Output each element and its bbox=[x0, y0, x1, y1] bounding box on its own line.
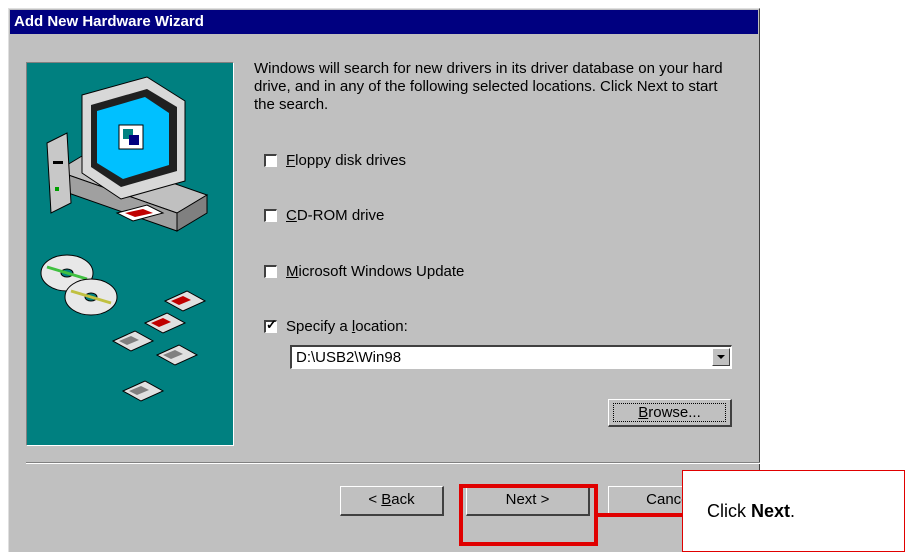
cdrom-drive-label: CD-ROM drive bbox=[286, 206, 385, 224]
windows-update-label: Microsoft Windows Update bbox=[286, 262, 465, 280]
callout-text: Click Next. bbox=[707, 501, 796, 521]
floppy-drives-option[interactable]: Floppy disk drives bbox=[264, 150, 406, 170]
floppy-disk-icon bbox=[111, 290, 207, 402]
floppy-drives-checkbox[interactable] bbox=[264, 153, 277, 167]
next-button-highlight bbox=[459, 484, 598, 546]
specify-location-option[interactable]: ✓ Specify a location: bbox=[264, 316, 408, 336]
callout-connector bbox=[598, 513, 682, 517]
title-bar: Add New Hardware Wizard bbox=[10, 10, 758, 34]
browse-button-label: Browse... bbox=[613, 403, 726, 422]
wizard-illustration bbox=[26, 62, 234, 446]
separator-light bbox=[26, 463, 760, 464]
location-value: D:\USB2\Win98 bbox=[296, 349, 402, 366]
dropdown-arrow-icon bbox=[717, 355, 725, 359]
cdrom-drive-option[interactable]: CD-ROM drive bbox=[264, 205, 384, 225]
windows-update-checkbox[interactable] bbox=[264, 264, 277, 278]
window-title: Add New Hardware Wizard bbox=[14, 13, 204, 30]
checkmark-icon: ✓ bbox=[266, 316, 277, 332]
intro-text: Windows will search for new drivers in i… bbox=[254, 60, 723, 113]
dropdown-button[interactable] bbox=[712, 348, 730, 366]
floppy-drives-label: Floppy disk drives bbox=[286, 151, 407, 169]
specify-location-label: Specify a location: bbox=[286, 317, 408, 335]
back-button[interactable]: < Back bbox=[340, 486, 444, 516]
windows-update-option[interactable]: Microsoft Windows Update bbox=[264, 261, 464, 281]
location-combobox[interactable]: D:\USB2\Win98 bbox=[290, 345, 732, 369]
browse-button[interactable]: Browse... bbox=[608, 399, 732, 427]
cdrom-drive-checkbox[interactable] bbox=[264, 208, 277, 222]
instruction-callout: Click Next. bbox=[682, 470, 905, 552]
specify-location-checkbox[interactable]: ✓ bbox=[264, 316, 277, 333]
